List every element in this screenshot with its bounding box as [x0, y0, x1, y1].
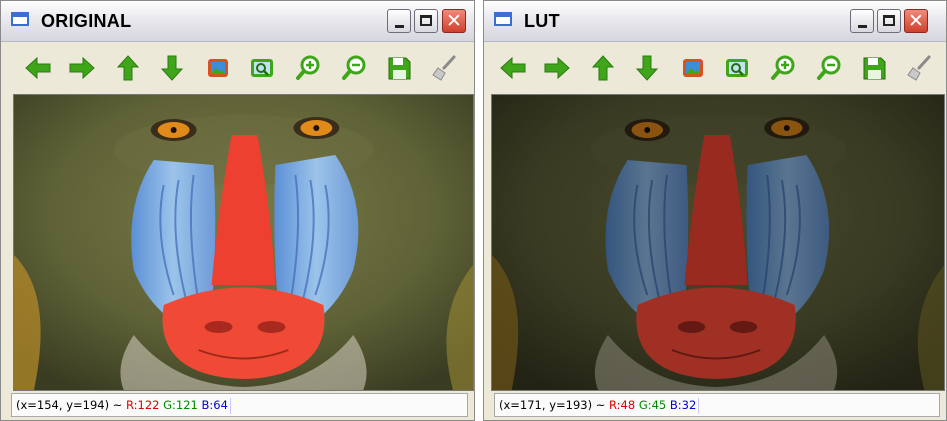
zoom-fit-icon[interactable]: [722, 53, 752, 83]
zoom-in-icon[interactable]: [768, 53, 798, 83]
arrow-down-icon[interactable]: [632, 53, 662, 83]
arrow-right-icon[interactable]: [67, 53, 97, 83]
maximize-button[interactable]: [877, 9, 901, 33]
toolbar: [1, 43, 474, 93]
image-icon[interactable]: [203, 53, 233, 83]
mandrill-image: [14, 95, 473, 390]
zoom-out-icon[interactable]: [814, 53, 844, 83]
minimize-icon: [858, 25, 867, 28]
pixel-red-value: R:48: [609, 398, 636, 412]
pixel-red-value: R:122: [126, 398, 160, 412]
save-icon[interactable]: [384, 53, 414, 83]
cursor-coords: (x=171, y=193) ~: [499, 398, 606, 412]
maximize-icon: [420, 15, 432, 26]
zoom-fit-icon[interactable]: [247, 53, 277, 83]
window-icon: [11, 12, 29, 26]
brush-icon[interactable]: [904, 53, 934, 83]
window-original: ORIGINAL ✕ (x=154, y=194) ~ R:122 G:121 …: [0, 0, 475, 421]
zoom-in-icon[interactable]: [293, 53, 323, 83]
title-bar[interactable]: LUT ✕: [484, 1, 946, 42]
image-viewport[interactable]: [13, 94, 474, 391]
close-button[interactable]: ✕: [904, 9, 928, 33]
pixel-blue-value: B:32: [669, 398, 697, 412]
close-icon: ✕: [446, 10, 462, 32]
mandrill-lut-image: [492, 95, 944, 390]
maximize-icon: [883, 15, 895, 26]
window-title: ORIGINAL: [41, 11, 132, 31]
minimize-button[interactable]: [850, 9, 874, 33]
minimize-button[interactable]: [387, 9, 411, 33]
pixel-green-value: G:121: [163, 398, 198, 412]
arrow-right-icon[interactable]: [542, 53, 572, 83]
image-viewport[interactable]: [491, 94, 945, 391]
toolbar: [484, 43, 946, 93]
status-separator: [229, 397, 231, 414]
minimize-icon: [395, 25, 404, 28]
title-bar[interactable]: ORIGINAL ✕: [1, 1, 474, 42]
maximize-button[interactable]: [414, 9, 438, 33]
window-icon: [494, 12, 512, 26]
close-icon: ✕: [908, 10, 924, 32]
image-icon[interactable]: [678, 53, 708, 83]
brush-icon[interactable]: [429, 53, 459, 83]
window-title: LUT: [524, 11, 560, 31]
zoom-out-icon[interactable]: [339, 53, 369, 83]
status-bar: (x=171, y=193) ~ R:48 G:45 B:32: [494, 393, 940, 417]
save-icon[interactable]: [859, 53, 889, 83]
arrow-left-icon[interactable]: [23, 53, 53, 83]
close-button[interactable]: ✕: [442, 9, 466, 33]
window-lut: LUT ✕ (x=171, y=193) ~ R:48 G:45 B:32: [483, 0, 947, 421]
cursor-coords: (x=154, y=194) ~: [16, 398, 123, 412]
arrow-up-icon[interactable]: [113, 53, 143, 83]
pixel-green-value: G:45: [638, 398, 667, 412]
status-separator: [698, 397, 700, 414]
pixel-blue-value: B:64: [201, 398, 228, 412]
arrow-left-icon[interactable]: [498, 53, 528, 83]
arrow-up-icon[interactable]: [588, 53, 618, 83]
arrow-down-icon[interactable]: [157, 53, 187, 83]
status-bar: (x=154, y=194) ~ R:122 G:121 B:64: [11, 393, 468, 417]
